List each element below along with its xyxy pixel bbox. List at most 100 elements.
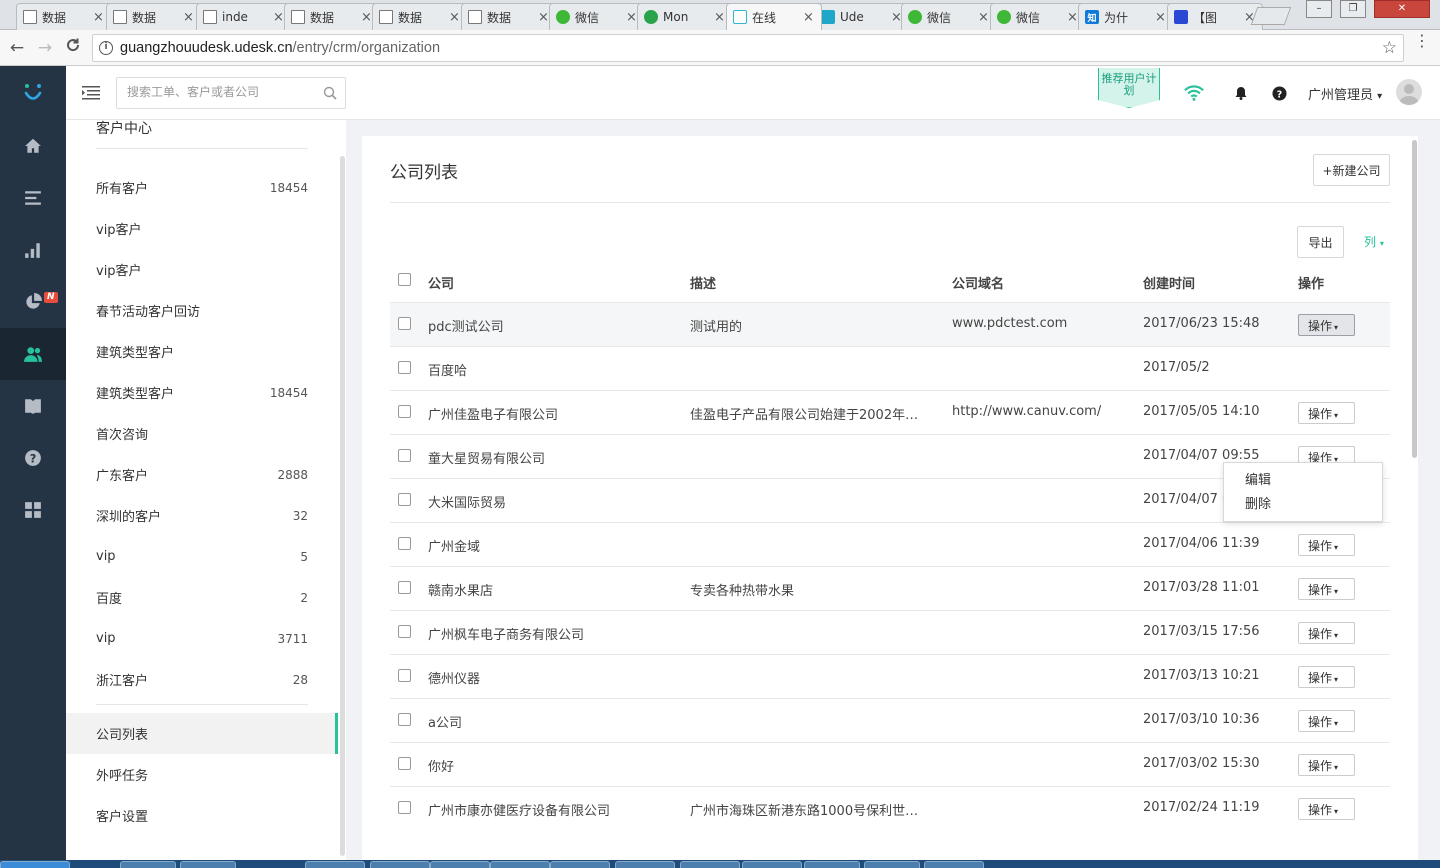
browser-tab[interactable]: 数据 × bbox=[16, 3, 112, 30]
table-row[interactable]: 广州枫车电子商务有限公司 2017/03/15 17:56 操作 ▾ bbox=[390, 610, 1390, 654]
browser-tab[interactable]: 微信 × bbox=[549, 3, 645, 30]
recommend-program-badge[interactable]: 推荐用户计划 bbox=[1098, 68, 1160, 108]
row-action-button[interactable]: 操作▾ bbox=[1298, 534, 1355, 556]
nav-apps[interactable] bbox=[0, 484, 66, 536]
url-field[interactable]: i guangzhouudesk.udesk.cn/entry/crm/orga… bbox=[92, 34, 1404, 62]
row-checkbox[interactable] bbox=[398, 361, 411, 374]
columns-toggle[interactable]: 列 ▾ bbox=[1364, 233, 1384, 250]
close-tab-icon[interactable]: × bbox=[449, 10, 461, 25]
row-checkbox[interactable] bbox=[398, 581, 411, 594]
row-checkbox[interactable] bbox=[398, 757, 411, 770]
col-created[interactable]: 创建时间 bbox=[1143, 273, 1195, 292]
sidebar-filter-item[interactable]: 建筑类型客户 bbox=[66, 331, 338, 372]
browser-tab[interactable]: 微信 × bbox=[990, 3, 1086, 30]
menu-toggle-icon[interactable] bbox=[82, 86, 100, 100]
col-domain[interactable]: 公司域名 bbox=[952, 273, 1004, 292]
taskbar-app[interactable] bbox=[615, 861, 675, 868]
row-checkbox[interactable] bbox=[398, 449, 411, 462]
table-row[interactable]: 广州佳盈电子有限公司 佳盈电子产品有限公司始建于2002年，... http://w… bbox=[390, 390, 1390, 434]
row-checkbox[interactable] bbox=[398, 669, 411, 682]
row-action-button[interactable]: 操作▾ bbox=[1298, 622, 1355, 644]
nav-tickets[interactable] bbox=[0, 172, 66, 224]
site-info-icon[interactable]: i bbox=[99, 41, 113, 55]
close-tab-icon[interactable]: × bbox=[183, 10, 195, 25]
main-scrollbar[interactable] bbox=[1412, 140, 1417, 458]
taskbar-app[interactable] bbox=[924, 861, 984, 868]
sidebar-filter-item[interactable]: 浙江客户 28 bbox=[66, 659, 338, 700]
taskbar-app[interactable] bbox=[804, 861, 860, 868]
row-action-button[interactable]: 操作▾ bbox=[1298, 798, 1355, 820]
browser-tab[interactable]: 数据 × bbox=[106, 3, 202, 30]
sidebar-scrollbar[interactable] bbox=[340, 156, 345, 856]
browser-tab[interactable]: 在线 × bbox=[726, 3, 822, 30]
row-checkbox[interactable] bbox=[398, 713, 411, 726]
nav-reports[interactable] bbox=[0, 224, 66, 276]
forward-button[interactable]: → bbox=[34, 37, 56, 59]
reload-button[interactable] bbox=[62, 37, 84, 59]
taskbar-app[interactable] bbox=[180, 861, 236, 868]
back-button[interactable]: ← bbox=[6, 37, 28, 59]
start-button[interactable] bbox=[0, 861, 70, 868]
row-checkbox[interactable] bbox=[398, 801, 411, 814]
select-all-checkbox[interactable] bbox=[398, 273, 411, 286]
browser-tab[interactable]: Mon × bbox=[637, 3, 733, 30]
browser-tab[interactable]: Ude × bbox=[814, 3, 910, 30]
sidebar-link-item[interactable]: 公司列表 bbox=[66, 713, 338, 754]
new-tab-button[interactable] bbox=[1250, 7, 1292, 25]
search-input[interactable] bbox=[127, 85, 317, 99]
nav-help[interactable]: ? bbox=[0, 432, 66, 484]
row-action-button[interactable]: 操作▾ bbox=[1298, 578, 1355, 600]
sidebar-filter-item[interactable]: vip客户 bbox=[66, 208, 338, 249]
bookmark-star-icon[interactable]: ☆ bbox=[1382, 38, 1397, 58]
row-checkbox[interactable] bbox=[398, 317, 411, 330]
close-tab-icon[interactable]: × bbox=[714, 10, 726, 25]
minimize-button[interactable]: – bbox=[1306, 0, 1332, 18]
sidebar-filter-item[interactable]: 广东客户 2888 bbox=[66, 454, 338, 495]
taskbar-app[interactable] bbox=[370, 861, 430, 868]
user-menu[interactable]: 广州管理员 ▾ bbox=[1308, 84, 1382, 103]
row-checkbox[interactable] bbox=[398, 625, 411, 638]
sidebar-filter-item[interactable]: vip客户 bbox=[66, 249, 338, 290]
taskbar-app[interactable] bbox=[490, 861, 550, 868]
sidebar-filter-item[interactable]: 所有客户 18454 bbox=[66, 167, 338, 208]
nav-home[interactable] bbox=[0, 120, 66, 172]
notifications[interactable] bbox=[1231, 83, 1251, 103]
taskbar-app[interactable] bbox=[120, 861, 176, 868]
browser-tab[interactable]: 数据 × bbox=[372, 3, 468, 30]
taskbar-app[interactable] bbox=[550, 861, 610, 868]
sidebar-filter-item[interactable]: 春节活动客户回访 bbox=[66, 290, 338, 331]
row-checkbox[interactable] bbox=[398, 493, 411, 506]
table-row[interactable]: 德州仪器 2017/03/13 10:21 操作 ▾ bbox=[390, 654, 1390, 698]
table-row[interactable]: 广州市康亦健医疗设备有限公司 广州市海珠区新港东路1000号保利世界... 2017… bbox=[390, 786, 1390, 830]
taskbar-app[interactable] bbox=[680, 861, 740, 868]
sidebar-filter-item[interactable]: vip 5 bbox=[66, 536, 338, 577]
help[interactable]: ? bbox=[1269, 83, 1289, 103]
connection-status[interactable] bbox=[1184, 83, 1204, 103]
sidebar-filter-item[interactable]: 百度 2 bbox=[66, 577, 338, 618]
close-window-button[interactable]: ✕ bbox=[1374, 0, 1430, 18]
row-action-button[interactable]: 操作▾ bbox=[1298, 314, 1355, 336]
sidebar-link-item[interactable]: 外呼任务 bbox=[66, 754, 338, 795]
browser-tab[interactable]: inde × bbox=[196, 3, 292, 30]
table-row[interactable]: 你好 2017/03/02 15:30 操作 ▾ bbox=[390, 742, 1390, 786]
export-button[interactable]: 导出 bbox=[1297, 226, 1344, 258]
sidebar-filter-item[interactable]: vip 3711 bbox=[66, 618, 338, 659]
nav-knowledge[interactable] bbox=[0, 380, 66, 432]
taskbar-app[interactable] bbox=[742, 861, 802, 868]
taskbar-app[interactable] bbox=[430, 861, 490, 868]
table-row[interactable]: 广州金域 2017/04/06 11:39 操作 ▾ bbox=[390, 522, 1390, 566]
nav-analytics[interactable]: N bbox=[0, 276, 66, 328]
avatar[interactable] bbox=[1396, 79, 1422, 105]
sidebar-filter-item[interactable]: 首次咨询 bbox=[66, 413, 338, 454]
col-description[interactable]: 描述 bbox=[690, 273, 716, 292]
table-row[interactable]: 赣南水果店 专卖各种热带水果 2017/03/28 11:01 操作 ▾ bbox=[390, 566, 1390, 610]
col-company[interactable]: 公司 bbox=[428, 273, 454, 292]
browser-tab[interactable]: 知为什 × bbox=[1078, 3, 1174, 30]
sidebar-link-item[interactable]: 客户设置 bbox=[66, 795, 338, 836]
row-action-button[interactable]: 操作▾ bbox=[1298, 710, 1355, 732]
row-checkbox[interactable] bbox=[398, 405, 411, 418]
table-row[interactable]: 百度哈 2017/05/2 bbox=[390, 346, 1390, 390]
browser-menu-icon[interactable]: ⋮ bbox=[1414, 33, 1430, 49]
search-icon[interactable] bbox=[323, 86, 337, 100]
row-checkbox[interactable] bbox=[398, 537, 411, 550]
